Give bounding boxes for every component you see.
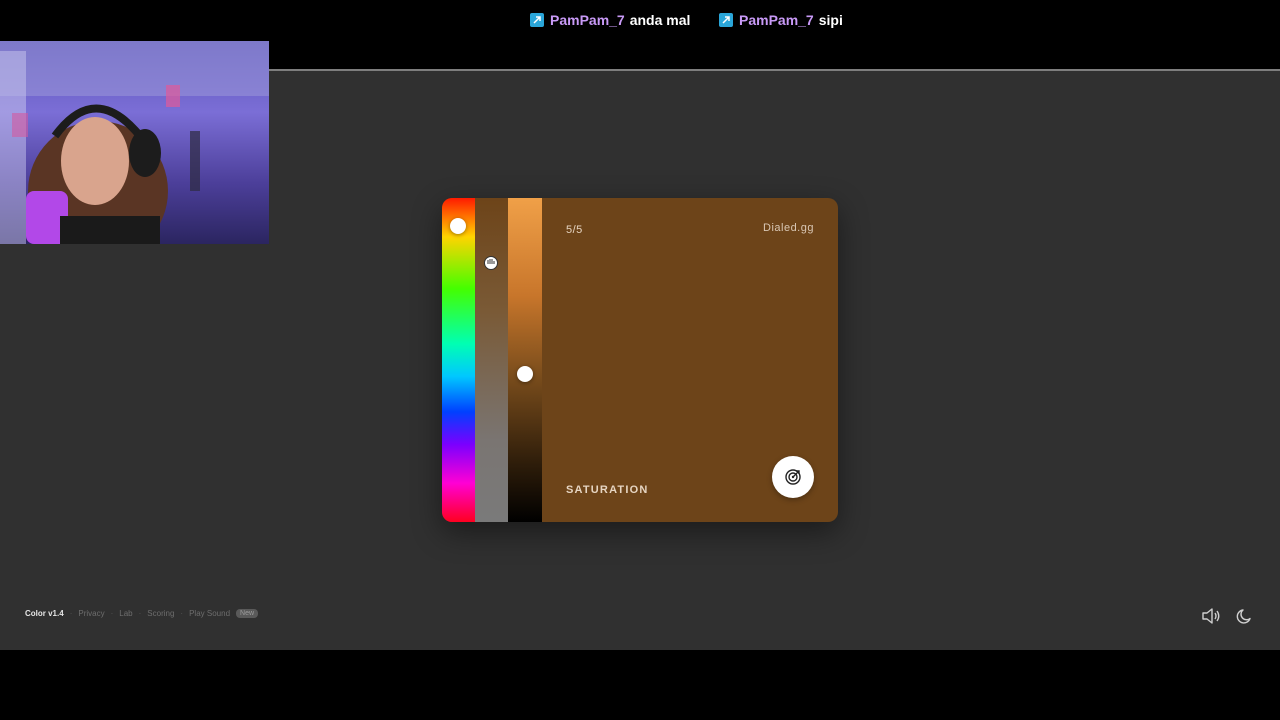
color-picker-card: 5/5 Dialed.gg SATURATION (442, 198, 838, 522)
footer-link-scoring[interactable]: Scoring (147, 609, 174, 618)
separator: · (69, 609, 73, 618)
footer-link-lab[interactable]: Lab (119, 609, 132, 618)
version-label: Color v1.4 (25, 609, 64, 618)
sound-toggle-button[interactable] (1200, 605, 1222, 627)
mode-label: SATURATION (566, 484, 649, 496)
lightness-slider[interactable] (508, 198, 542, 522)
target-icon (785, 469, 801, 485)
hue-slider[interactable] (442, 198, 475, 522)
submit-button[interactable] (772, 456, 814, 498)
chat-message: PamPam_7 anda mal (530, 11, 690, 29)
separator: · (180, 609, 184, 618)
chat-message: PamPam_7 sipi (719, 11, 843, 29)
hue-handle[interactable] (450, 218, 466, 234)
chat-username: PamPam_7 (550, 12, 625, 28)
footer-link-play-sound[interactable]: Play Sound (189, 609, 230, 618)
grab-cursor-icon (483, 255, 499, 271)
brand-label: Dialed.gg (763, 222, 814, 234)
footer-nav: Color v1.4 · Privacy · Lab · Scoring · P… (25, 609, 259, 618)
saturation-slider[interactable] (475, 198, 508, 522)
moon-icon (1236, 609, 1251, 624)
theme-toggle-button[interactable] (1234, 605, 1256, 627)
separator: · (138, 609, 142, 618)
prime-badge-icon (719, 13, 733, 27)
speaker-icon (1202, 608, 1220, 624)
separator: · (110, 609, 114, 618)
chat-text: sipi (818, 12, 843, 28)
webcam-feed (0, 41, 269, 244)
chat-username: PamPam_7 (739, 12, 814, 28)
new-badge: New (236, 609, 259, 618)
footer-link-privacy[interactable]: Privacy (78, 609, 104, 618)
round-progress: 5/5 (566, 224, 583, 236)
chat-text: anda mal (629, 12, 691, 28)
bottom-letterbox (0, 650, 1280, 720)
prime-badge-icon (530, 13, 544, 27)
lightness-handle[interactable] (517, 366, 533, 382)
